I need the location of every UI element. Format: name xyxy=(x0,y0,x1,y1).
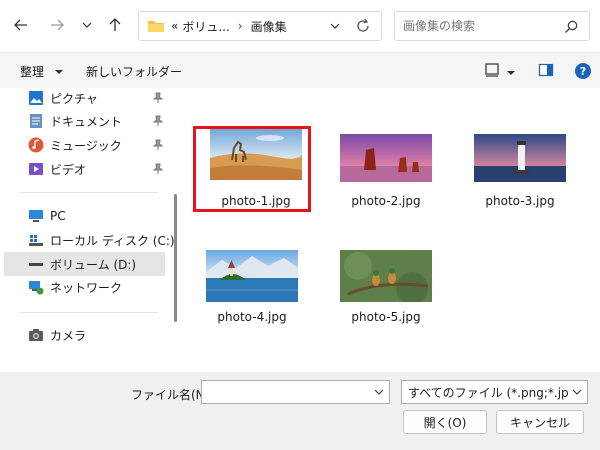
file-name: photo-2.jpg xyxy=(351,194,421,208)
photo-2-thumbnail xyxy=(340,134,432,182)
forward-arrow-icon xyxy=(51,19,64,31)
open-button[interactable]: 開く(O) xyxy=(403,410,487,434)
photo-3-thumbnail xyxy=(474,134,566,182)
folder-icon xyxy=(148,21,164,32)
chevron-down-icon xyxy=(572,389,582,395)
filename-combobox[interactable] xyxy=(201,380,390,404)
file-type-select[interactable]: すべてのファイル (*.png;*.jpg;*.jpe xyxy=(401,380,588,404)
selection-highlight-box xyxy=(193,126,311,212)
camera-icon xyxy=(28,327,44,343)
sidebar-item-label: ミュージック xyxy=(50,138,122,153)
sidebar-item-label: ピクチャ xyxy=(50,91,98,106)
up-button[interactable] xyxy=(104,14,126,36)
view-layout-icon xyxy=(485,63,499,77)
breadcrumb-current-folder[interactable]: 画像集 xyxy=(251,18,287,35)
sidebar-item-label: ネットワーク xyxy=(50,280,123,295)
back-button[interactable] xyxy=(10,14,32,36)
organize-label: 整理 xyxy=(20,65,45,79)
photo-4-thumbnail xyxy=(206,250,298,302)
new-folder-button[interactable]: 新しいフォルダー xyxy=(86,63,182,80)
caret-down-icon xyxy=(54,70,63,74)
help-button[interactable]: ? xyxy=(574,62,592,83)
photo-5-thumbnail xyxy=(340,250,432,302)
sidebar-item-label: ドキュメント xyxy=(50,114,123,129)
sidebar-item-pc[interactable]: PC xyxy=(28,206,66,226)
breadcrumb-volume[interactable]: ボリュ... xyxy=(182,18,229,35)
file-item[interactable]: photo-3.jpg xyxy=(460,128,580,238)
address-dropdown-icon[interactable] xyxy=(329,20,341,32)
sidebar-item-label: PC xyxy=(50,209,66,223)
breadcrumb-separator[interactable]: › xyxy=(238,19,243,33)
sidebar-item-local-disk[interactable]: ローカル ディスク (C:) xyxy=(28,230,175,250)
chevron-down-icon xyxy=(82,22,92,28)
local-disk-icon xyxy=(28,232,44,248)
file-name: photo-5.jpg xyxy=(351,310,421,324)
chevron-down-icon[interactable] xyxy=(374,388,384,396)
search-input[interactable] xyxy=(403,19,553,33)
caret-down-icon xyxy=(507,71,515,75)
address-box[interactable]: « ボリュ... › 画像集 xyxy=(138,11,382,41)
forward-button[interactable] xyxy=(46,14,68,36)
file-item[interactable]: photo-5.jpg xyxy=(326,244,446,354)
address-bar-area: « ボリュ... › 画像集 xyxy=(0,0,600,52)
navigation-pane: ピクチャ ドキュメント ミュージック ビデオ PC ローカル ディスク (C:) xyxy=(0,88,178,372)
pin-icon[interactable] xyxy=(152,92,164,104)
pictures-icon xyxy=(28,90,44,106)
command-bar: 整理 新しいフォルダー ? xyxy=(0,52,600,88)
file-item[interactable]: photo-2.jpg xyxy=(326,128,446,238)
search-icon[interactable] xyxy=(563,19,579,35)
pin-icon[interactable] xyxy=(152,139,164,151)
sidebar-item-label: ビデオ xyxy=(50,162,87,177)
preview-pane-button[interactable] xyxy=(538,62,554,81)
help-icon: ? xyxy=(575,63,591,79)
file-name: photo-3.jpg xyxy=(485,194,555,208)
volume-drive-icon xyxy=(28,256,44,272)
pin-icon[interactable] xyxy=(152,163,164,175)
file-item[interactable]: photo-4.jpg xyxy=(192,244,312,354)
documents-icon xyxy=(28,113,44,129)
breadcrumb-prefix[interactable]: « xyxy=(171,19,178,33)
videos-icon xyxy=(28,161,44,177)
cancel-button[interactable]: キャンセル xyxy=(496,410,584,434)
sidebar-item-pictures[interactable]: ピクチャ xyxy=(28,88,98,108)
view-options-button[interactable] xyxy=(506,66,516,80)
network-icon xyxy=(28,279,44,295)
pin-icon[interactable] xyxy=(152,115,164,127)
file-name: photo-4.jpg xyxy=(217,310,287,324)
sidebar-item-music[interactable]: ミュージック xyxy=(28,135,122,155)
sidebar-scrollbar[interactable] xyxy=(174,194,177,322)
music-icon xyxy=(28,137,44,153)
sidebar-item-documents[interactable]: ドキュメント xyxy=(28,111,122,131)
sidebar-item-videos[interactable]: ビデオ xyxy=(28,159,86,179)
view-mode-button[interactable] xyxy=(484,62,500,81)
file-type-value: すべてのファイル (*.png;*.jpg;*.jpe xyxy=(408,385,568,400)
sidebar-item-label: ボリューム (D:) xyxy=(50,257,137,272)
refresh-icon[interactable] xyxy=(355,18,371,34)
back-arrow-icon xyxy=(14,19,27,31)
svg-text:?: ? xyxy=(580,65,586,78)
preview-pane-icon xyxy=(538,63,554,77)
up-arrow-icon xyxy=(109,18,121,31)
recent-locations-button[interactable] xyxy=(76,14,98,36)
sidebar-item-label: カメラ xyxy=(50,328,87,343)
pc-icon xyxy=(28,208,44,224)
organize-button[interactable]: 整理 xyxy=(20,63,64,80)
sidebar-item-volume-d[interactable]: ボリューム (D:) xyxy=(28,254,136,274)
sidebar-item-network[interactable]: ネットワーク xyxy=(28,277,122,297)
sidebar-divider xyxy=(20,192,158,193)
sidebar-divider xyxy=(20,312,158,313)
search-box[interactable] xyxy=(394,11,590,41)
sidebar-item-label: ローカル ディスク (C:) xyxy=(50,233,175,248)
sidebar-item-camera[interactable]: カメラ xyxy=(28,325,86,345)
dialog-footer: ファイル名(N): すべてのファイル (*.png;*.jpg;*.jpe 開く… xyxy=(0,372,600,450)
